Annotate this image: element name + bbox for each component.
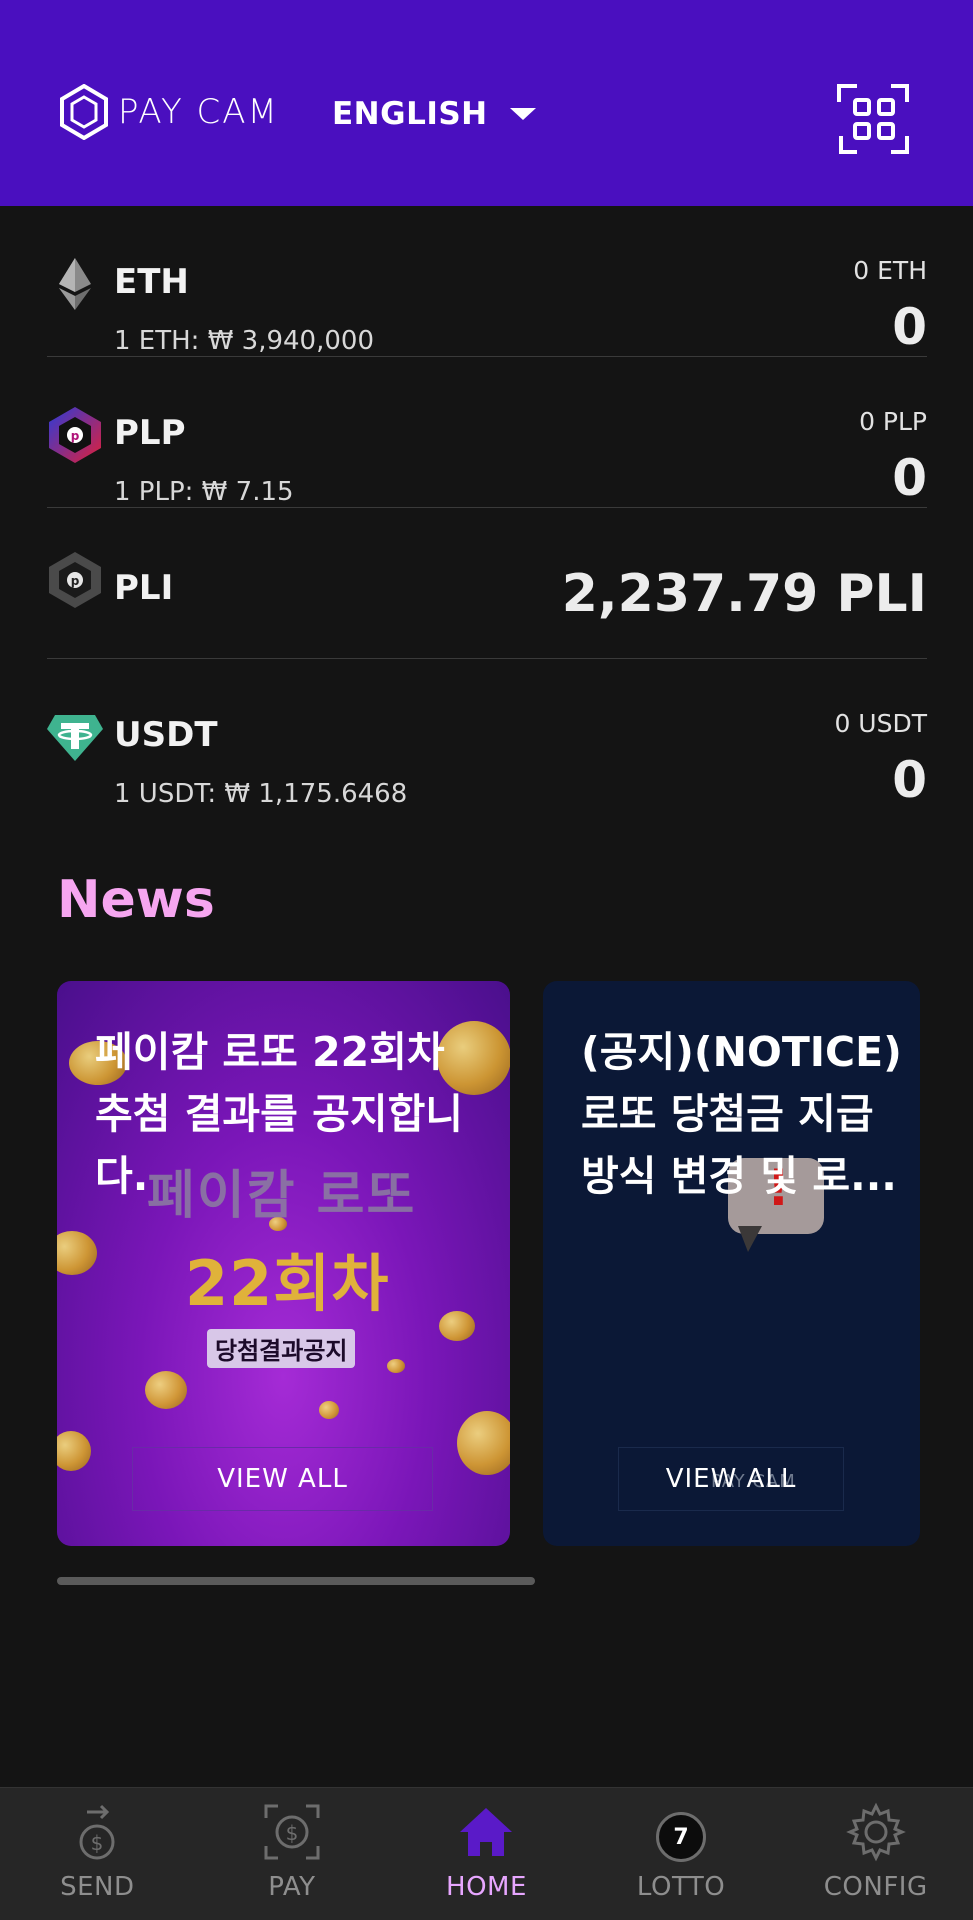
view-all-button[interactable]: VIEW ALL	[132, 1447, 433, 1511]
asset-symbol: ETH	[114, 262, 189, 302]
news-card-title: 페이캄 로또 22회차 추첨 결과를 공지합니다.	[95, 1028, 464, 1200]
asset-row-plp[interactable]: p PLP 1 PLP: ₩ 7.15 0 PLP 0	[47, 357, 927, 508]
news-card-title: (공지)(NOTICE) 로또 당첨금 지급 방식 변경 및 로...	[581, 1028, 902, 1200]
promo-subtitle: 당첨결과공지	[207, 1329, 356, 1368]
coin-decoration	[145, 1371, 187, 1409]
news-card[interactable]: 페이캄 로또 22회차 당첨결과공지 페이캄 로또 22회차 추첨 결과를 공지…	[57, 981, 510, 1546]
asset-krw-value: 0	[892, 298, 927, 356]
svg-text:$: $	[286, 1821, 299, 1845]
send-money-icon: $	[79, 1804, 115, 1860]
coin-decoration	[387, 1359, 405, 1373]
bottom-nav: $ SEND $ PAY HOME 7 LOTTO CONFIG	[0, 1787, 973, 1920]
coin-decoration	[319, 1401, 339, 1419]
coin-decoration	[57, 1231, 97, 1275]
asset-symbol: USDT	[114, 715, 218, 755]
asset-rate: 1 ETH: ₩ 3,940,000	[114, 326, 374, 356]
nav-label: PAY	[268, 1872, 316, 1902]
promo-round: 22회차	[185, 1247, 390, 1320]
nav-label: CONFIG	[823, 1872, 928, 1902]
nav-label: SEND	[60, 1872, 135, 1902]
asset-row-usdt[interactable]: USDT 1 USDT: ₩ 1,175.6468 0 USDT 0	[47, 659, 927, 810]
gear-icon	[845, 1802, 906, 1862]
carousel-scroll-indicator[interactable]	[57, 1577, 535, 1585]
paycam-logo-icon	[60, 84, 108, 140]
asset-balance: 2,237.79 PLI	[561, 564, 927, 624]
nav-send[interactable]: $ SEND	[0, 1788, 195, 1920]
speech-bubble-tail	[738, 1226, 762, 1252]
coin-decoration	[457, 1411, 510, 1475]
qr-scan-icon	[837, 84, 909, 154]
nav-label: HOME	[446, 1872, 527, 1902]
asset-symbol: PLP	[114, 413, 186, 453]
asset-krw-value: 0	[892, 751, 927, 809]
ethereum-icon	[59, 258, 91, 310]
asset-krw-value: 0	[892, 449, 927, 507]
chevron-down-icon	[509, 108, 536, 120]
asset-balance: 0 ETH	[853, 256, 927, 285]
svg-text:$: $	[91, 1831, 104, 1855]
asset-balance: 0 USDT	[834, 709, 927, 738]
home-icon	[460, 1808, 513, 1856]
news-section-title: News	[57, 870, 215, 930]
view-all-button[interactable]: VIEW ALL	[618, 1447, 844, 1511]
logo-text: PAY CAM	[118, 92, 279, 132]
svg-text:p: p	[71, 429, 80, 443]
pli-token-icon: p	[49, 552, 101, 608]
asset-balance: 0 PLP	[859, 407, 927, 436]
coin-decoration	[439, 1311, 475, 1341]
nav-config[interactable]: CONFIG	[778, 1788, 973, 1920]
nav-lotto[interactable]: 7 LOTTO	[584, 1788, 779, 1920]
app-header: PAY CAM ENGLISH	[0, 0, 973, 206]
asset-row-eth[interactable]: ETH 1 ETH: ₩ 3,940,000 0 ETH 0	[47, 206, 927, 357]
news-card[interactable]: ! PAY CAM (공지)(NOTICE) 로또 당첨금 지급 방식 변경 및…	[543, 981, 920, 1546]
tether-icon	[47, 715, 103, 761]
asset-list: ETH 1 ETH: ₩ 3,940,000 0 ETH 0 p PLP 1 P…	[47, 206, 927, 810]
nav-home[interactable]: HOME	[389, 1788, 584, 1920]
svg-text:p: p	[71, 574, 80, 588]
paycam-logo: PAY CAM	[58, 84, 279, 140]
nav-label: LOTTO	[636, 1872, 726, 1902]
coin-decoration	[57, 1431, 91, 1471]
plp-token-icon: p	[49, 407, 101, 463]
asset-row-pli[interactable]: p PLI 2,237.79 PLI	[47, 508, 927, 659]
asset-rate: 1 PLP: ₩ 7.15	[114, 477, 294, 507]
lotto-ball-icon: 7	[656, 1812, 707, 1862]
language-label: ENGLISH	[332, 96, 488, 132]
language-selector[interactable]: ENGLISH	[332, 96, 536, 132]
qr-scan-button[interactable]	[837, 82, 911, 156]
asset-rate: 1 USDT: ₩ 1,175.6468	[114, 779, 408, 809]
nav-pay[interactable]: $ PAY	[195, 1788, 390, 1920]
pay-scan-icon: $	[264, 1804, 320, 1860]
asset-symbol: PLI	[114, 568, 174, 608]
